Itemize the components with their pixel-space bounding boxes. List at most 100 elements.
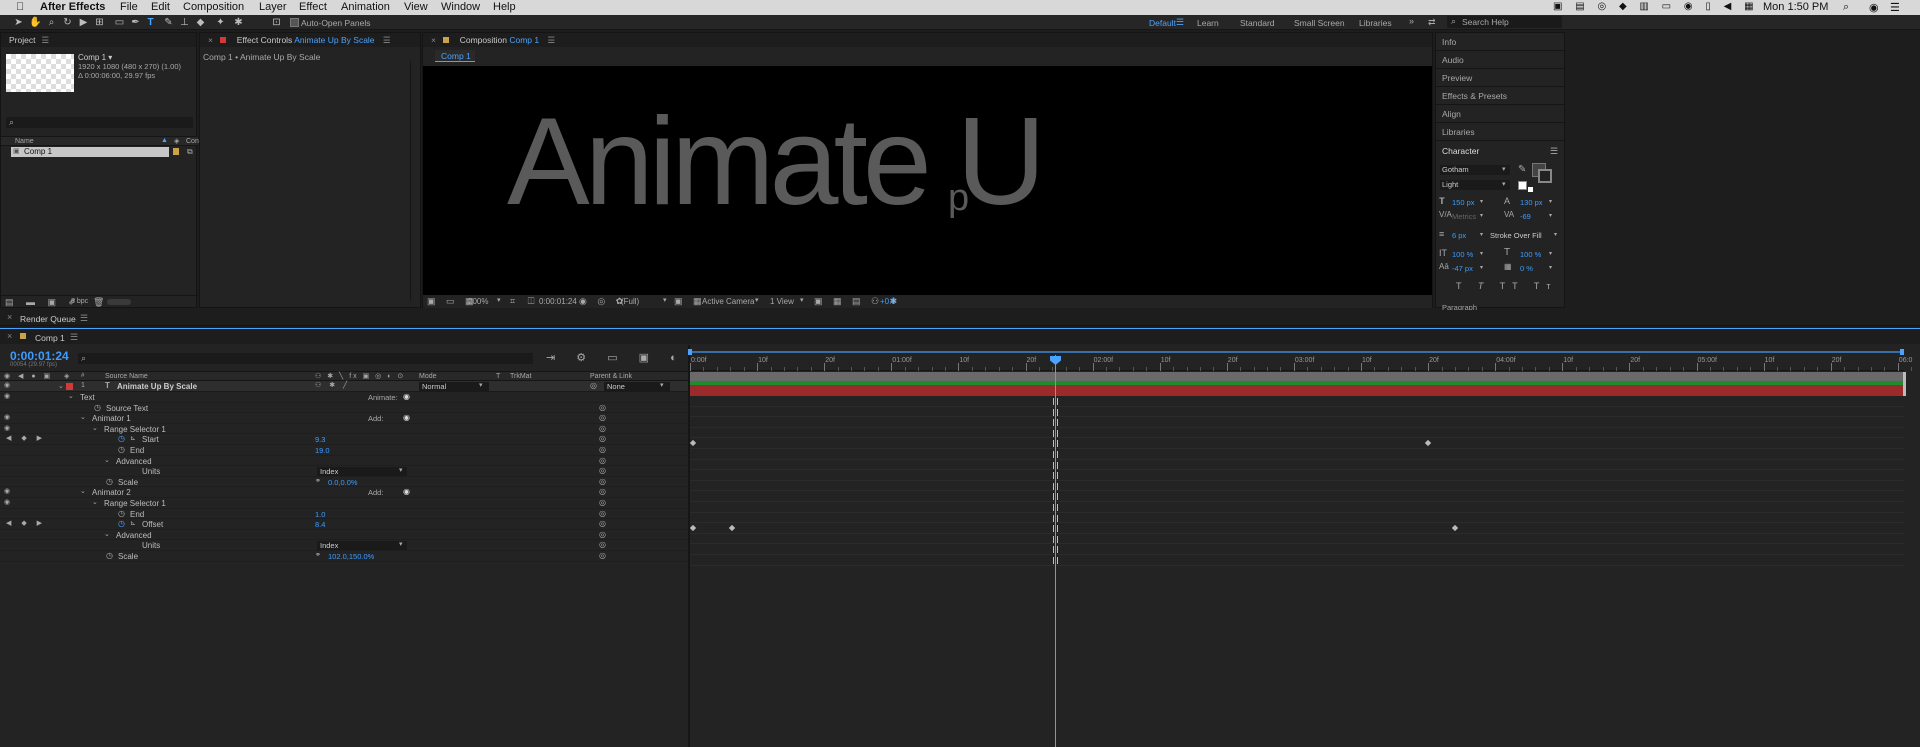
expression-pickwhip-icon[interactable]: ◎: [599, 540, 606, 549]
parent-col[interactable]: Parent & Link: [590, 373, 632, 380]
expression-pickwhip-icon[interactable]: ◎: [599, 434, 606, 443]
stopwatch-icon[interactable]: ◷: [118, 519, 125, 528]
menu-edit[interactable]: Edit: [151, 1, 170, 13]
add-icon[interactable]: ◉: [403, 392, 410, 401]
eraser-tool-icon[interactable]: ◆: [195, 17, 206, 28]
control-center-icon[interactable]: ☰: [1890, 1, 1900, 14]
expand-layer-icon[interactable]: ⌄: [58, 382, 64, 390]
composition-canvas[interactable]: Animate U p: [423, 66, 1432, 295]
twirl-down-icon[interactable]: ⌄: [68, 392, 74, 400]
add-icon[interactable]: ◉: [403, 413, 410, 422]
canvas-text-small[interactable]: p: [948, 177, 969, 220]
visibility-icon[interactable]: ◉: [4, 487, 10, 495]
property-row[interactable]: ◷ End 19.0 ◎: [0, 445, 688, 456]
effects-presets-panel[interactable]: Effects & Presets: [1436, 87, 1564, 105]
app-menu[interactable]: After Effects: [40, 1, 105, 13]
label-color-swatch[interactable]: [173, 148, 179, 155]
trkmat-col[interactable]: TrkMat: [510, 373, 532, 380]
twirl-down-icon[interactable]: ⌄: [92, 424, 98, 432]
animator-add-menu[interactable]: Animate:: [368, 393, 398, 402]
camera-dropdown[interactable]: Active Camera: [702, 297, 754, 306]
apple-icon[interactable]: : [16, 1, 24, 13]
playhead-line[interactable]: [1055, 355, 1056, 747]
layer-name[interactable]: Animate Up By Scale: [117, 382, 197, 391]
work-area-range[interactable]: [690, 351, 1904, 353]
property-row[interactable]: ⌄ Advanced ◎: [0, 530, 688, 541]
render-queue-tab[interactable]: × Render Queue ☰: [0, 310, 1920, 326]
layer-switches[interactable]: ⚇ ✱ ╱: [315, 381, 350, 389]
units-dropdown[interactable]: Index ▾: [317, 467, 407, 476]
audio-panel[interactable]: Audio: [1436, 51, 1564, 69]
horizontal-scale-value[interactable]: 100 %: [1520, 250, 1541, 259]
menu-view[interactable]: View: [404, 1, 428, 13]
col-name[interactable]: Name: [15, 138, 34, 145]
expression-pickwhip-icon[interactable]: ◎: [599, 424, 606, 433]
graph-icon[interactable]: ⊾: [130, 434, 136, 442]
property-row[interactable]: ◷ End 1.0 ◎: [0, 509, 688, 520]
stopwatch-icon[interactable]: ◷: [118, 445, 125, 454]
expression-pickwhip-icon[interactable]: ◎: [599, 519, 606, 528]
expression-pickwhip-icon[interactable]: ◎: [599, 477, 606, 486]
property-row[interactable]: ⌄ Advanced ◎: [0, 456, 688, 467]
workspace-learn[interactable]: Learn: [1197, 18, 1219, 28]
switches-col-icons[interactable]: ⚇ ✱ ╲ fx ▣ ◎ ◐ ⊙: [315, 372, 405, 380]
property-row[interactable]: ◷ Source Text ◎: [0, 403, 688, 414]
tracking-value[interactable]: -69: [1520, 212, 1531, 221]
property-row[interactable]: Units Index ▾ ◎: [0, 540, 688, 551]
work-area-strip[interactable]: [690, 372, 1904, 381]
property-row[interactable]: ◉ ⌄ Text Animate: ◉: [0, 392, 688, 403]
menu-effect[interactable]: Effect: [299, 1, 327, 13]
type-tool-icon[interactable]: T: [145, 17, 156, 28]
stroke-mode-dropdown[interactable]: Stroke Over Fill: [1490, 231, 1542, 240]
keyframe-navigator[interactable]: ◀ ◆ ▶: [6, 519, 46, 527]
timeline-tab-label[interactable]: Comp 1: [35, 333, 65, 343]
workspace-menu-icon[interactable]: ☰: [1176, 17, 1184, 28]
project-panel-header[interactable]: Project ☰: [1, 33, 196, 47]
label-col-icon[interactable]: ◈: [64, 372, 69, 380]
expression-pickwhip-icon[interactable]: ◎: [599, 413, 606, 422]
exposure-value[interactable]: +0.0: [880, 297, 896, 306]
selection-tool-icon[interactable]: ➤: [13, 17, 24, 28]
menu-window[interactable]: Window: [441, 1, 480, 13]
panel-menu-icon[interactable]: ☰: [1550, 146, 1558, 157]
layer-duration-bar[interactable]: [690, 385, 1904, 396]
flowchart-icon[interactable]: ⧉: [187, 147, 193, 157]
property-row[interactable]: ◷ ◀ ◆ ▶ ⊾ Offset 8.4 ◎: [0, 519, 688, 530]
stopwatch-icon[interactable]: ◷: [106, 477, 113, 486]
property-row[interactable]: ◉ ⌄ Animator 1 Add: ◉ ◎: [0, 413, 688, 424]
workspace-standard[interactable]: Standard: [1240, 18, 1275, 28]
label-col-icon[interactable]: ◈: [174, 137, 179, 145]
expression-pickwhip-icon[interactable]: ◎: [599, 487, 606, 496]
time-ruler[interactable]: 0:00f 10f 20f 01:00f 10f 20f 02:00f 10f 20f 03:00…: [690, 355, 1912, 371]
trash-icon[interactable]: 🗑: [93, 297, 104, 308]
layer-label-color[interactable]: [66, 383, 73, 390]
av-switch-icons[interactable]: ◉ ◀ ● ▣: [4, 372, 53, 380]
menu-layer[interactable]: Layer: [259, 1, 287, 13]
zoom-dropdown[interactable]: 200%: [468, 297, 488, 306]
visibility-icon[interactable]: ◉: [4, 498, 10, 506]
workspace-libraries[interactable]: Libraries: [1359, 18, 1392, 28]
property-row[interactable]: ◉ ⌄ Range Selector 1 ◎: [0, 424, 688, 435]
swap-colors-icon[interactable]: [1528, 187, 1533, 192]
expression-pickwhip-icon[interactable]: ◎: [599, 456, 606, 465]
stroke-width-value[interactable]: 6 px: [1452, 231, 1466, 240]
close-icon[interactable]: ×: [431, 35, 436, 45]
visibility-icon[interactable]: ◉: [4, 392, 10, 400]
animator-add-menu[interactable]: Add:: [368, 414, 383, 423]
baseline-shift-value[interactable]: -47 px: [1452, 264, 1473, 273]
composition-header[interactable]: × Composition Comp 1 ☰: [423, 33, 1432, 47]
font-style-dropdown[interactable]: Light ▾: [1440, 180, 1510, 190]
thumbnail-slider[interactable]: [107, 299, 131, 305]
property-row[interactable]: ◉ ⌄ Animator 2 Add: ◉ ◎: [0, 487, 688, 498]
visibility-icon[interactable]: ◉: [4, 424, 10, 432]
pan-behind-tool-icon[interactable]: ⊞: [94, 17, 105, 28]
mode-col[interactable]: Mode: [419, 373, 437, 380]
blend-mode-dropdown[interactable]: Normal ▾: [419, 382, 489, 391]
add-icon[interactable]: ◉: [403, 487, 410, 496]
align-panel[interactable]: Align: [1436, 105, 1564, 123]
twirl-down-icon[interactable]: ⌄: [92, 498, 98, 506]
comp-timecode[interactable]: 0:00:01:24: [539, 297, 577, 306]
expression-pickwhip-icon[interactable]: ◎: [599, 403, 606, 412]
parent-dropdown[interactable]: None ▾: [604, 382, 670, 391]
property-row[interactable]: ◉ ⌄ Range Selector 1 ◎: [0, 498, 688, 509]
